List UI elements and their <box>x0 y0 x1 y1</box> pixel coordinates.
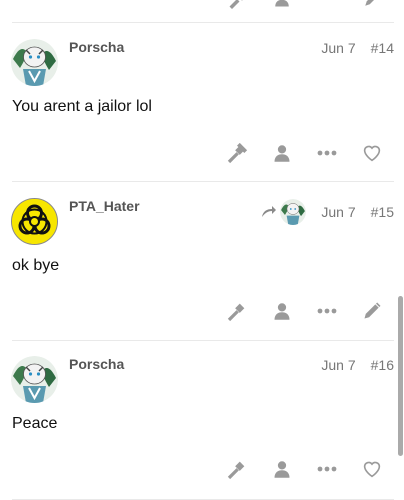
post-date[interactable]: Jun 7 <box>321 357 355 373</box>
user-icon[interactable] <box>259 456 304 482</box>
pencil-icon[interactable] <box>349 298 394 324</box>
reply-to[interactable] <box>261 199 307 225</box>
username[interactable]: Porscha <box>69 356 124 372</box>
user-icon[interactable] <box>259 140 304 166</box>
more-icon[interactable] <box>304 140 349 166</box>
post-actions <box>214 140 394 166</box>
post-14: Porscha Jun 7 #14 You arent a jailor lol <box>0 23 404 181</box>
post-number[interactable]: #15 <box>371 204 394 220</box>
more-icon[interactable] <box>304 456 349 482</box>
previous-post-actions <box>214 0 394 12</box>
hammer-icon[interactable] <box>214 456 259 482</box>
heart-icon[interactable] <box>349 456 394 482</box>
tiger-warrior-avatar-icon <box>280 199 307 225</box>
post-number[interactable]: #16 <box>371 357 394 373</box>
post-16: Porscha Jun 7 #16 Peace <box>0 341 404 499</box>
tiger-warrior-avatar-icon[interactable] <box>11 39 58 86</box>
post-body: ok bye <box>12 257 60 274</box>
post-date[interactable]: Jun 7 <box>321 204 355 220</box>
reply-arrow-icon <box>261 204 277 221</box>
post-body: Peace <box>12 415 58 432</box>
pencil-icon[interactable] <box>349 0 394 12</box>
post-actions <box>214 298 394 324</box>
heart-icon[interactable] <box>349 140 394 166</box>
user-icon[interactable] <box>259 298 304 324</box>
post-date[interactable]: Jun 7 <box>321 40 355 56</box>
tiger-warrior-avatar-icon[interactable] <box>11 356 58 403</box>
post-15: PTA_Hater Jun 7 #15 ok bye <box>0 182 404 340</box>
post-meta: Jun 7 #16 <box>321 357 394 373</box>
post-actions <box>214 456 394 482</box>
biohazard-avatar-icon[interactable] <box>11 198 58 245</box>
hammer-icon[interactable] <box>214 0 259 12</box>
more-icon[interactable] <box>304 0 349 12</box>
post-body: You arent a jailor lol <box>12 98 152 115</box>
username[interactable]: PTA_Hater <box>69 198 140 214</box>
scrollbar[interactable] <box>398 296 403 456</box>
more-icon[interactable] <box>304 298 349 324</box>
post-meta: Jun 7 #14 <box>321 40 394 56</box>
post-meta: Jun 7 #15 <box>261 199 394 225</box>
user-icon[interactable] <box>259 0 304 12</box>
hammer-icon[interactable] <box>214 140 259 166</box>
post-number[interactable]: #14 <box>371 40 394 56</box>
hammer-icon[interactable] <box>214 298 259 324</box>
username[interactable]: Porscha <box>69 39 124 55</box>
